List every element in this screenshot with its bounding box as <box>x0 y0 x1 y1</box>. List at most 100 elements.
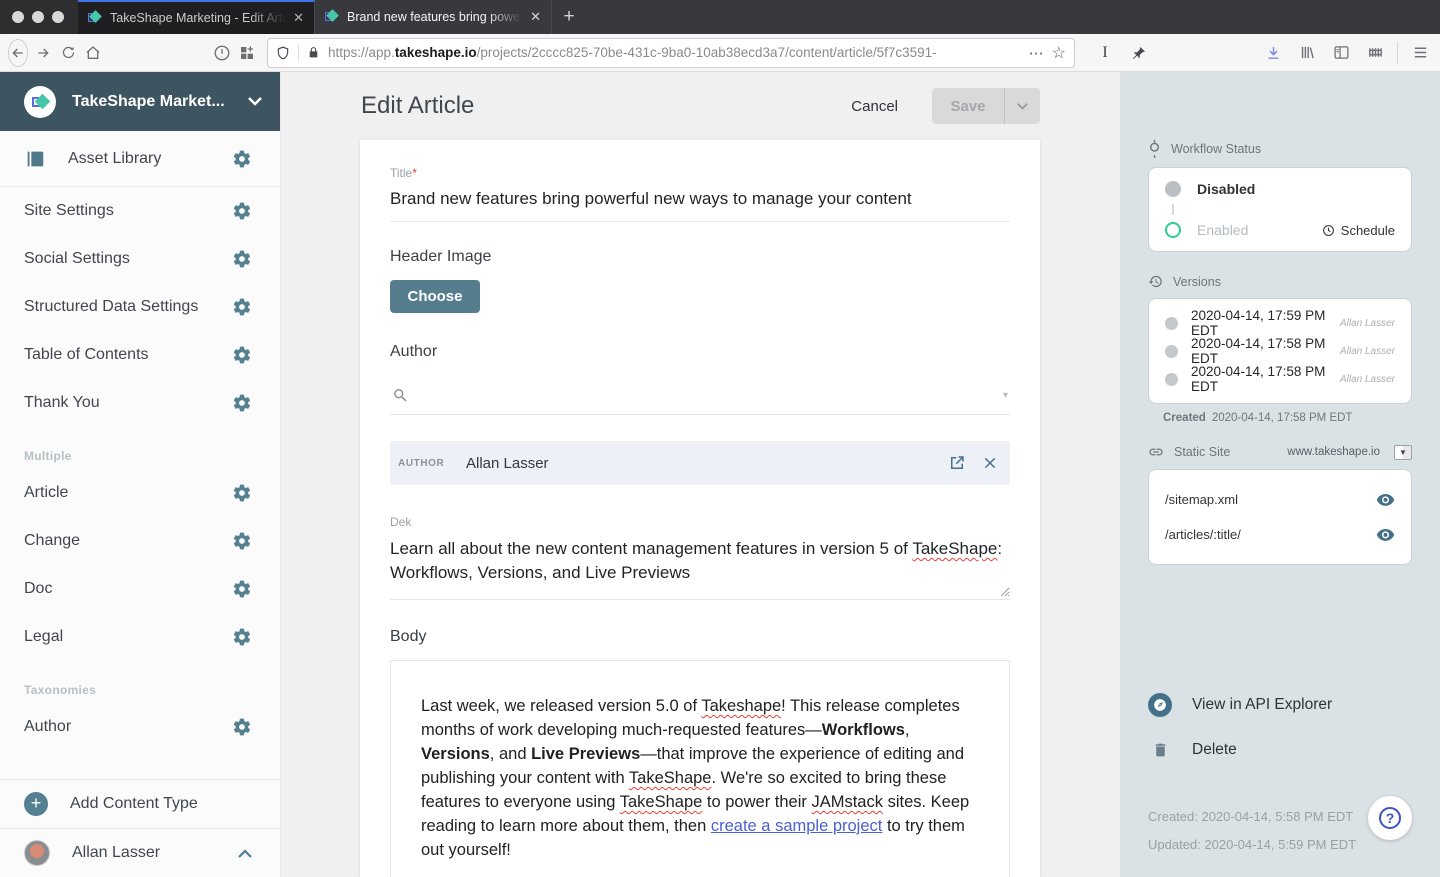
choose-image-button[interactable]: Choose <box>390 280 480 313</box>
version-dot <box>1165 373 1178 386</box>
cancel-button[interactable]: Cancel <box>851 98 898 115</box>
version-row[interactable]: 2020-04-14, 17:58 PM EDT Allan Lasser <box>1165 365 1395 393</box>
dek-textarea[interactable]: Learn all about the new content manageme… <box>390 529 1010 600</box>
tab-close-icon[interactable]: ✕ <box>293 10 304 26</box>
version-dot <box>1165 317 1178 330</box>
add-content-type-button[interactable]: + Add Content Type <box>0 780 280 828</box>
user-menu[interactable]: Allan Lasser <box>0 829 280 877</box>
preview-eye-icon[interactable] <box>1376 525 1395 544</box>
help-button[interactable]: ? <box>1368 796 1412 840</box>
home-button[interactable] <box>84 39 103 67</box>
new-tab-button[interactable]: + <box>552 0 586 34</box>
close-window-icon[interactable] <box>12 11 24 23</box>
version-row[interactable]: 2020-04-14, 17:58 PM EDT Allan Lasser <box>1165 337 1395 365</box>
workflow-option-label: Disabled <box>1197 181 1395 197</box>
open-external-icon[interactable] <box>948 454 966 472</box>
gear-icon[interactable] <box>232 297 252 317</box>
chevron-down-icon[interactable] <box>248 97 262 106</box>
zoom-window-icon[interactable] <box>52 11 64 23</box>
toolbar-grid-icon[interactable] <box>1363 41 1387 65</box>
reload-button[interactable] <box>59 39 78 67</box>
macos-window-controls[interactable] <box>0 0 78 34</box>
tab-brand-new-features[interactable]: Brand new features bring powe ✕ <box>315 0 552 34</box>
remove-author-icon[interactable] <box>982 455 998 471</box>
chevron-up-icon[interactable] <box>238 849 252 858</box>
takeshape-favicon <box>88 11 102 25</box>
author-search-input[interactable]: ▾ <box>390 375 1010 415</box>
gear-icon[interactable] <box>232 249 252 269</box>
tracking-shield-icon[interactable] <box>276 45 290 61</box>
gear-icon[interactable] <box>232 579 252 599</box>
gear-icon[interactable] <box>232 149 252 169</box>
sidebar-item-thank-you[interactable]: Thank You <box>0 379 280 427</box>
workflow-status-icon <box>1148 140 1161 158</box>
minimize-window-icon[interactable] <box>32 11 44 23</box>
dropdown-caret-icon[interactable]: ▾ <box>1003 390 1008 401</box>
sidebar-item-site-settings[interactable]: Site Settings <box>0 187 280 235</box>
sidebar-item-doc[interactable]: Doc <box>0 565 280 613</box>
back-button[interactable] <box>8 39 28 67</box>
project-switcher[interactable]: TakeShape Market... <box>0 72 280 131</box>
preview-eye-icon[interactable] <box>1376 490 1395 509</box>
site-path-row[interactable]: /articles/:title/ <box>1165 517 1395 552</box>
address-bar[interactable]: https://app.takeshape.io/projects/2cccc8… <box>267 38 1075 68</box>
sidebar-item-label: Doc <box>24 580 232 598</box>
downloads-icon[interactable] <box>1261 41 1285 65</box>
save-button[interactable]: Save <box>932 88 1004 124</box>
author-chip[interactable]: AUTHOR Allan Lasser <box>390 441 1010 485</box>
gear-icon[interactable] <box>232 531 252 551</box>
site-path-row[interactable]: /sitemap.xml <box>1165 482 1395 517</box>
gear-icon[interactable] <box>232 627 252 647</box>
tab-close-icon[interactable]: ✕ <box>530 9 541 25</box>
sidebar-item-change[interactable]: Change <box>0 517 280 565</box>
schedule-button[interactable]: Schedule <box>1322 223 1395 238</box>
gear-icon[interactable] <box>232 393 252 413</box>
sidebars-icon[interactable] <box>1329 41 1353 65</box>
forward-button[interactable] <box>34 39 53 67</box>
url-text[interactable]: https://app.takeshape.io/projects/2cccc8… <box>328 45 1021 60</box>
sidebar-item-author[interactable]: Author <box>0 703 280 751</box>
instapaper-extension-icon[interactable]: I <box>1093 41 1117 65</box>
page-actions-icon[interactable]: ⋯ <box>1029 44 1044 62</box>
takeshape-favicon <box>325 10 339 24</box>
plus-icon: + <box>24 792 48 816</box>
menu-hamburger-icon[interactable] <box>1408 41 1432 65</box>
tab-takeshape-marketing[interactable]: TakeShape Marketing - Edit Arti ✕ <box>78 0 315 34</box>
title-input[interactable]: Brand new features bring powerful new wa… <box>390 180 1010 222</box>
body-editor[interactable]: Last week, we released version 5.0 of Ta… <box>390 660 1010 877</box>
library-icon[interactable] <box>1295 41 1319 65</box>
bookmark-star-icon[interactable]: ☆ <box>1052 43 1066 63</box>
pin-extension-icon[interactable] <box>1127 41 1151 65</box>
toolbar-extensions: I <box>1093 41 1432 65</box>
resize-handle[interactable] <box>999 586 1010 597</box>
question-mark-icon: ? <box>1379 807 1401 829</box>
workflow-option-enabled[interactable]: Enabled Schedule <box>1165 215 1395 245</box>
delete-button[interactable]: Delete <box>1148 741 1412 759</box>
chip-author-name: Allan Lasser <box>466 455 932 472</box>
gear-icon[interactable] <box>232 345 252 365</box>
api-explorer-button[interactable]: View in API Explorer <box>1148 693 1412 717</box>
save-options-chevron[interactable] <box>1004 88 1040 124</box>
user-name: Allan Lasser <box>72 844 238 862</box>
gear-icon[interactable] <box>232 483 252 503</box>
sidebar-item-social-settings[interactable]: Social Settings <box>0 235 280 283</box>
sidebar-item-label: Thank You <box>24 394 232 412</box>
workflow-status-card: Disabled Enabled Schedule <box>1148 167 1412 252</box>
sidebar-item-legal[interactable]: Legal <box>0 613 280 661</box>
gear-icon[interactable] <box>232 201 252 221</box>
workflow-option-disabled[interactable]: Disabled <box>1165 174 1395 204</box>
version-row[interactable]: 2020-04-14, 17:59 PM EDT Allan Lasser <box>1165 309 1395 337</box>
sidebar-item-table-of-contents[interactable]: Table of Contents <box>0 331 280 379</box>
sidebar-item-label: Article <box>24 484 232 502</box>
sidebar-item-asset-library[interactable]: Asset Library <box>0 131 280 187</box>
gear-icon[interactable] <box>232 717 252 737</box>
site-select-dropdown[interactable]: ▼ <box>1394 445 1412 460</box>
sidebar-item-structured-data-settings[interactable]: Structured Data Settings <box>0 283 280 331</box>
pocket-icon[interactable] <box>213 39 232 67</box>
sidebar-item-label: Change <box>24 532 232 550</box>
lock-icon[interactable] <box>307 45 320 60</box>
extensions-icon[interactable] <box>238 39 257 67</box>
sample-project-link[interactable]: create a sample project <box>711 817 883 835</box>
sidebar-item-article[interactable]: Article <box>0 469 280 517</box>
delete-label: Delete <box>1192 741 1237 759</box>
